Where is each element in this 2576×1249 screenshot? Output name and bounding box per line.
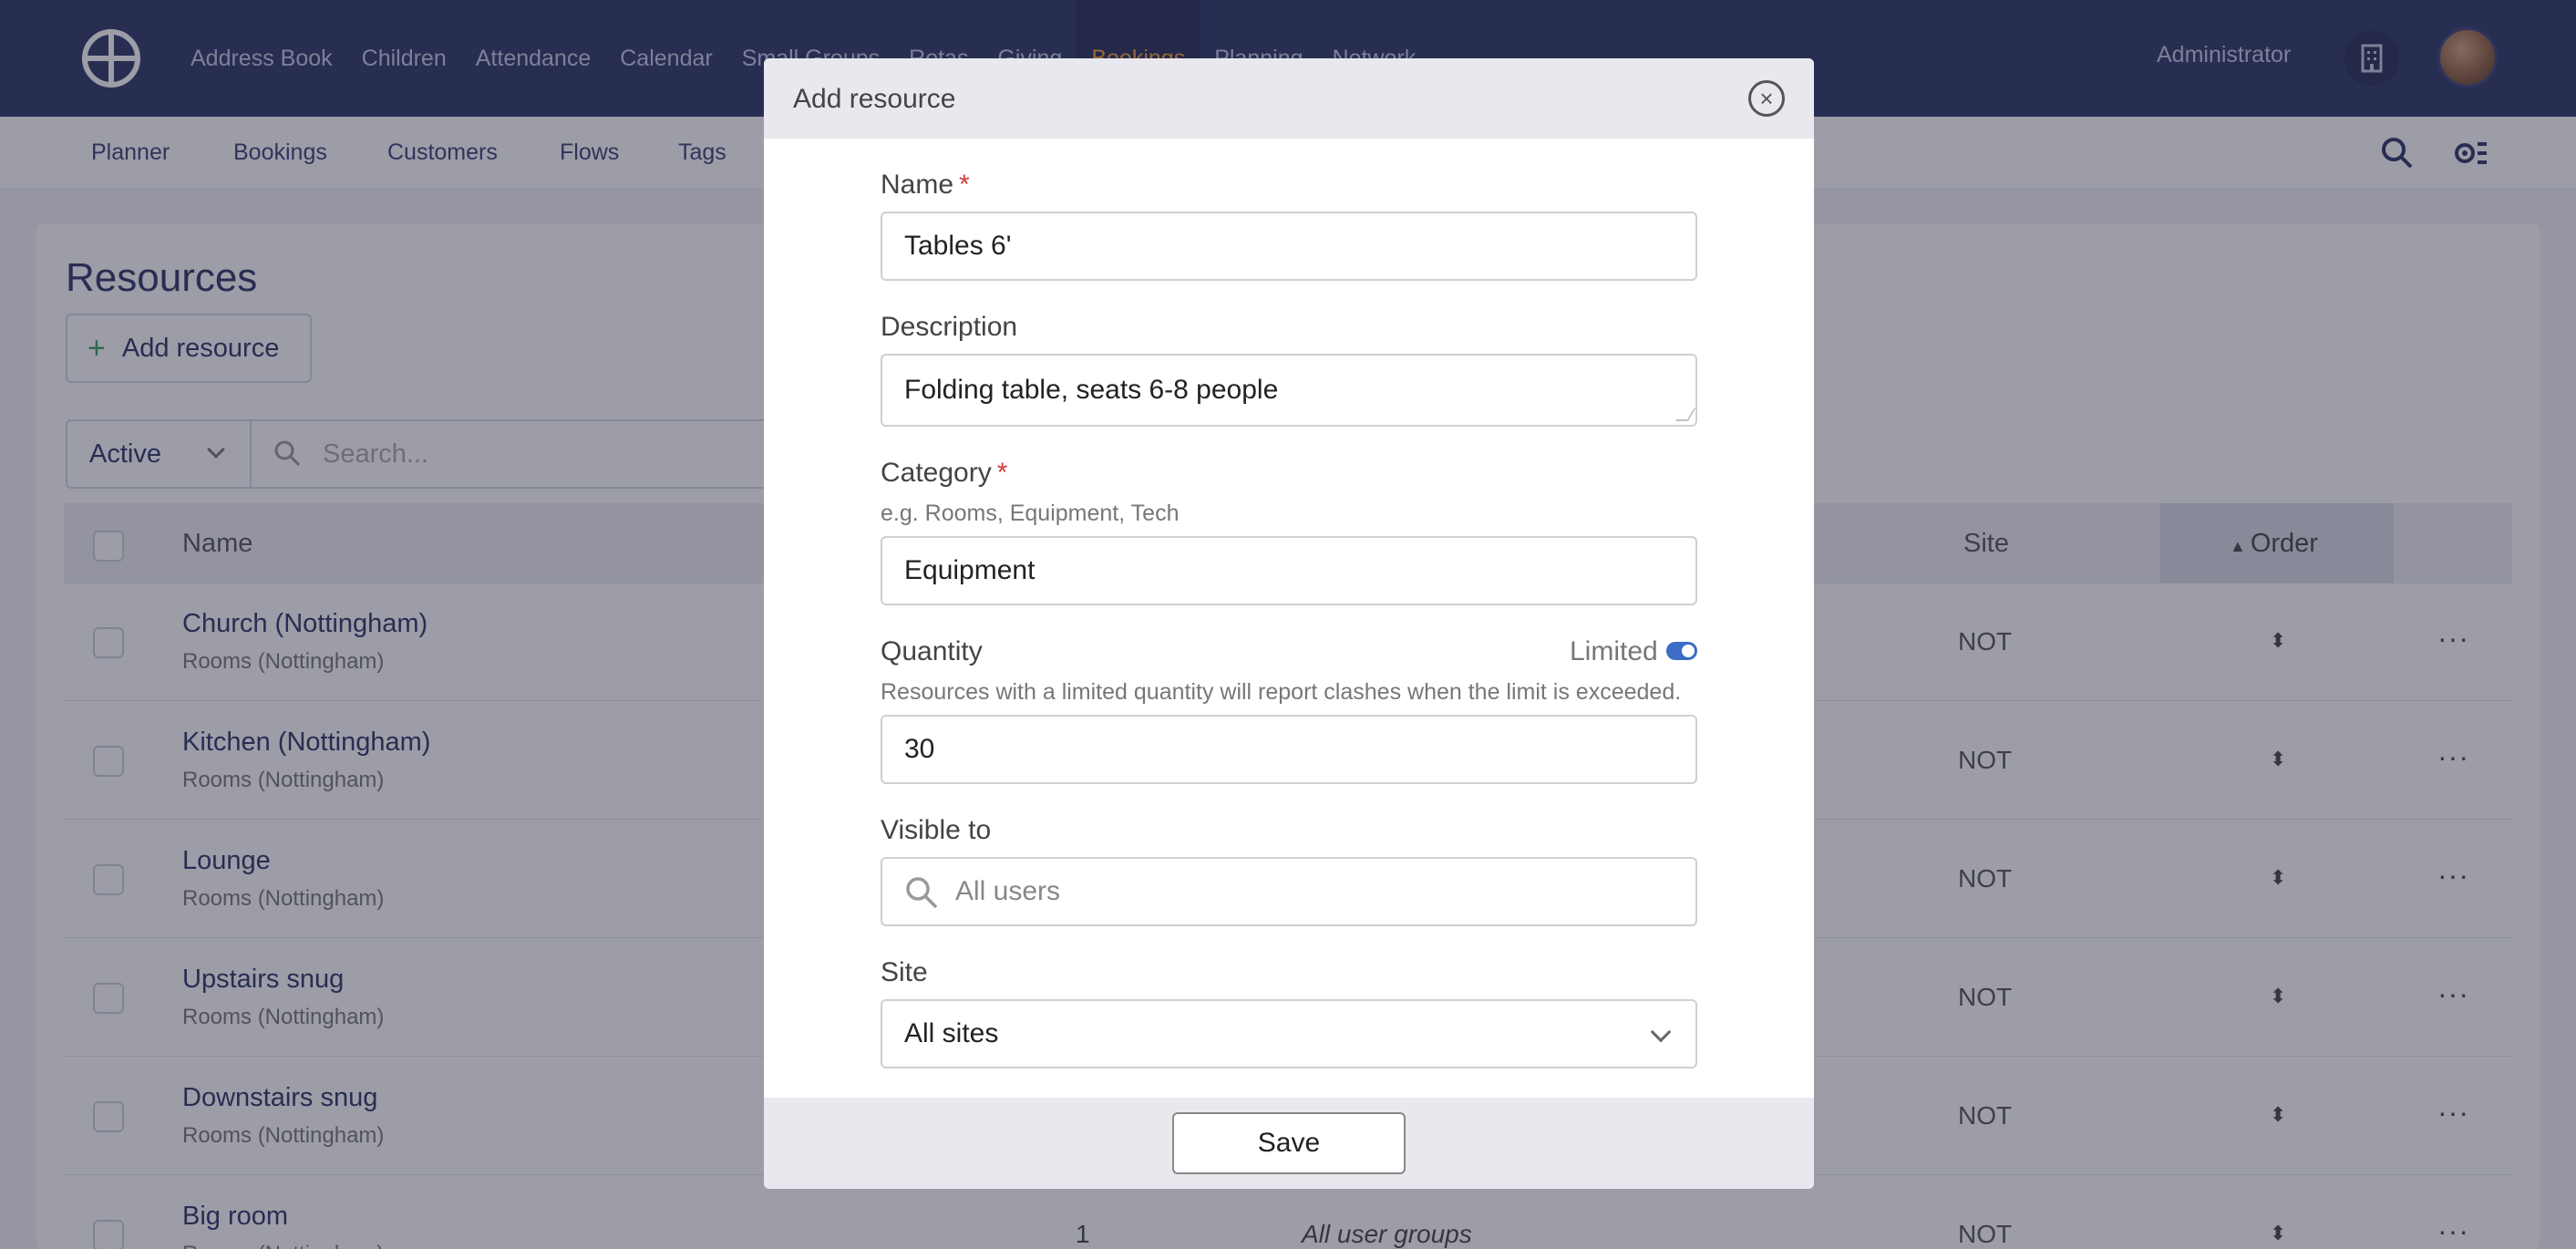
quantity-field-value: 30 xyxy=(904,734,935,764)
category-hint: e.g. Rooms, Equipment, Tech xyxy=(881,501,1180,526)
category-label-text: Category xyxy=(881,458,992,488)
required-marker: * xyxy=(996,458,1008,488)
add-resource-modal: Add resource × Name * Tables 6' Descripti… xyxy=(764,58,1814,1189)
modal-footer: Save xyxy=(764,1098,1814,1189)
quantity-hint: Resources with a limited quantity will r… xyxy=(881,679,1682,705)
name-field-value: Tables 6' xyxy=(904,231,1012,261)
visible-to-search-input[interactable]: All users xyxy=(881,857,1697,926)
site-select[interactable]: All sites xyxy=(881,999,1697,1068)
description-label: Description xyxy=(881,312,1018,342)
visible-to-placeholder: All users xyxy=(955,876,1061,906)
modal-header: Add resource × xyxy=(764,58,1814,139)
resize-handle-icon[interactable] xyxy=(1674,408,1696,421)
description-textarea[interactable]: Folding table, seats 6-8 people xyxy=(881,354,1697,427)
category-field-value: Equipment xyxy=(904,555,1036,585)
category-label: Category * xyxy=(881,458,1007,489)
site-label: Site xyxy=(881,957,928,987)
modal-title: Add resource xyxy=(793,84,956,114)
name-label-text: Name xyxy=(881,170,954,200)
limited-toggle[interactable] xyxy=(1666,642,1697,660)
close-circle-icon[interactable]: × xyxy=(1748,80,1785,117)
quantity-field[interactable]: 30 xyxy=(881,715,1697,784)
limited-label: Limited xyxy=(1570,636,1658,666)
chevron-down-icon xyxy=(1650,1021,1672,1043)
required-marker: * xyxy=(959,170,970,200)
search-icon xyxy=(904,875,939,917)
name-label: Name * xyxy=(881,170,970,201)
name-field[interactable]: Tables 6' xyxy=(881,212,1697,281)
quantity-label: Quantity xyxy=(881,636,983,666)
description-value: Folding table, seats 6-8 people xyxy=(904,375,1279,405)
visible-to-label: Visible to xyxy=(881,815,992,845)
category-field[interactable]: Equipment xyxy=(881,536,1697,605)
save-button[interactable]: Save xyxy=(1172,1112,1406,1174)
site-select-value: All sites xyxy=(904,1018,999,1048)
